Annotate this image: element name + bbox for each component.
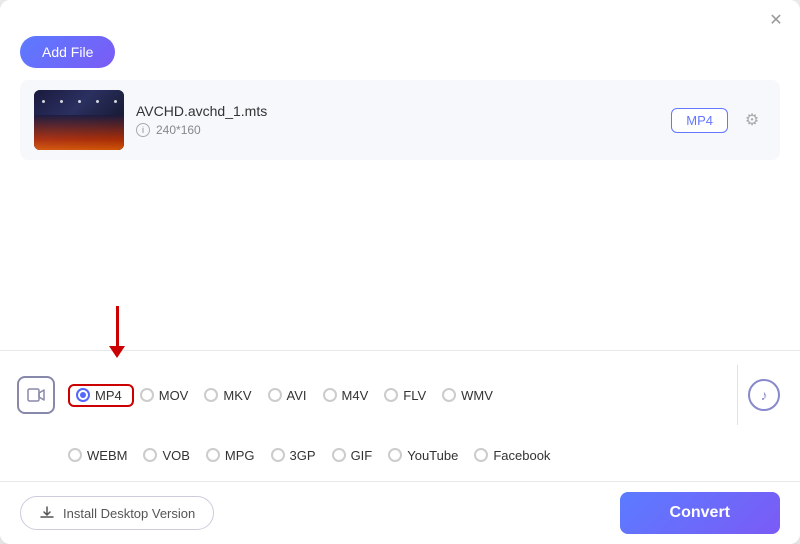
format-option-avi[interactable]: AVI bbox=[268, 385, 323, 406]
format-panel-inner: MP4 MOV MKV AVI bbox=[0, 361, 800, 481]
format-label-vob: VOB bbox=[162, 448, 189, 463]
format-options-row2: WEBM VOB MPG 3GP bbox=[68, 445, 737, 466]
convert-button[interactable]: Convert bbox=[620, 492, 780, 534]
radio-webm bbox=[68, 448, 82, 462]
format-option-webm[interactable]: WEBM bbox=[68, 445, 143, 466]
file-item: AVCHD.avchd_1.mts i 240*160 MP4 ⚙ bbox=[20, 80, 780, 160]
radio-3gp bbox=[271, 448, 285, 462]
file-name: AVCHD.avchd_1.mts bbox=[136, 103, 659, 119]
file-meta: i 240*160 bbox=[136, 123, 659, 137]
format-option-wmv[interactable]: WMV bbox=[442, 385, 509, 406]
file-resolution: 240*160 bbox=[156, 123, 201, 137]
format-label-avi: AVI bbox=[287, 388, 307, 403]
format-spacer bbox=[14, 433, 58, 477]
settings-button[interactable]: ⚙ bbox=[738, 106, 766, 134]
format-row-1: MP4 MOV MKV AVI bbox=[0, 361, 800, 429]
radio-mp4 bbox=[76, 388, 90, 402]
format-option-facebook[interactable]: Facebook bbox=[474, 445, 566, 466]
format-option-vob[interactable]: VOB bbox=[143, 445, 205, 466]
format-option-3gp[interactable]: 3GP bbox=[271, 445, 332, 466]
format-label-flv: FLV bbox=[403, 388, 426, 403]
format-options-row1: MP4 MOV MKV AVI bbox=[68, 384, 733, 407]
radio-youtube bbox=[388, 448, 402, 462]
format-label-mkv: MKV bbox=[223, 388, 251, 403]
format-panel: MP4 MOV MKV AVI bbox=[0, 350, 800, 481]
radio-m4v bbox=[323, 388, 337, 402]
format-option-gif[interactable]: GIF bbox=[332, 445, 389, 466]
radio-avi bbox=[268, 388, 282, 402]
radio-flv bbox=[384, 388, 398, 402]
format-label-wmv: WMV bbox=[461, 388, 493, 403]
format-label-mpg: MPG bbox=[225, 448, 255, 463]
close-button[interactable]: ✕ bbox=[768, 12, 784, 28]
format-label-m4v: M4V bbox=[342, 388, 369, 403]
video-icon bbox=[17, 376, 55, 414]
audio-icon-container: ♪ bbox=[742, 373, 786, 417]
install-desktop-button[interactable]: Install Desktop Version bbox=[20, 496, 214, 530]
format-label-youtube: YouTube bbox=[407, 448, 458, 463]
format-divider bbox=[737, 365, 738, 425]
format-option-mov[interactable]: MOV bbox=[140, 385, 205, 406]
bottom-bar: Install Desktop Version Convert bbox=[0, 481, 800, 544]
arrow-indicator bbox=[109, 306, 125, 358]
download-icon bbox=[39, 505, 55, 521]
toolbar: Add File bbox=[0, 36, 800, 80]
radio-mov bbox=[140, 388, 154, 402]
radio-mkv bbox=[204, 388, 218, 402]
file-info: AVCHD.avchd_1.mts i 240*160 bbox=[136, 103, 659, 137]
file-actions: MP4 ⚙ bbox=[671, 106, 766, 134]
format-label-mp4: MP4 bbox=[95, 388, 122, 403]
app-window: ✕ Add File AVCHD.avchd_1.m bbox=[0, 0, 800, 544]
format-label-mov: MOV bbox=[159, 388, 189, 403]
radio-vob bbox=[143, 448, 157, 462]
audio-icon: ♪ bbox=[748, 379, 780, 411]
add-file-button[interactable]: Add File bbox=[20, 36, 115, 68]
format-option-m4v[interactable]: M4V bbox=[323, 385, 385, 406]
radio-facebook bbox=[474, 448, 488, 462]
info-icon: i bbox=[136, 123, 150, 137]
radio-mpg bbox=[206, 448, 220, 462]
format-label-gif: GIF bbox=[351, 448, 373, 463]
format-option-mkv[interactable]: MKV bbox=[204, 385, 267, 406]
format-option-mpg[interactable]: MPG bbox=[206, 445, 271, 466]
file-thumbnail bbox=[34, 90, 124, 150]
radio-wmv bbox=[442, 388, 456, 402]
format-label-3gp: 3GP bbox=[290, 448, 316, 463]
format-row-2: WEBM VOB MPG 3GP bbox=[0, 429, 800, 481]
format-option-youtube[interactable]: YouTube bbox=[388, 445, 474, 466]
title-bar: ✕ bbox=[0, 0, 800, 36]
format-badge[interactable]: MP4 bbox=[671, 108, 728, 133]
install-label: Install Desktop Version bbox=[63, 506, 195, 521]
format-option-mp4[interactable]: MP4 bbox=[68, 384, 134, 407]
radio-gif bbox=[332, 448, 346, 462]
video-format-icon bbox=[14, 373, 58, 417]
format-label-webm: WEBM bbox=[87, 448, 127, 463]
format-option-flv[interactable]: FLV bbox=[384, 385, 442, 406]
format-label-facebook: Facebook bbox=[493, 448, 550, 463]
